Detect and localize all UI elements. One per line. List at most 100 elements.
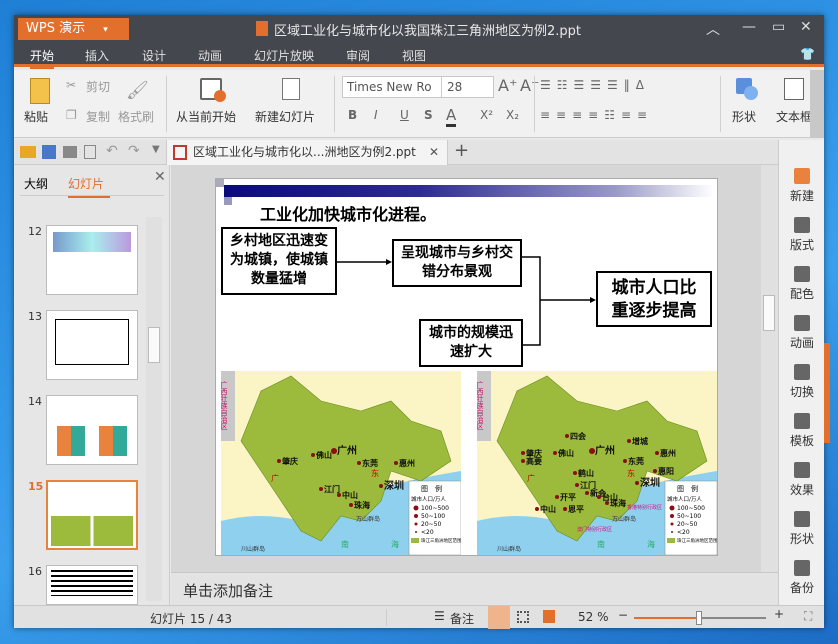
sidebar-button-animation[interactable]: 动画 <box>779 315 825 351</box>
paste-button[interactable]: 粘贴 <box>24 108 48 125</box>
font-size-select[interactable]: 28 <box>447 80 462 94</box>
city-marker <box>521 459 525 463</box>
notes-toggle-icon[interactable]: ☰ <box>434 609 445 623</box>
sidebar-button-shape[interactable]: 形状 <box>779 511 825 547</box>
sidebar-button-color-scheme[interactable]: 配色 <box>779 266 825 302</box>
customize-dropdown-icon[interactable]: ▼ <box>152 144 160 155</box>
notes-input[interactable]: 单击添加备注 <box>171 572 778 605</box>
list-alignment-icons[interactable]: ☰☷☰☰☰‖ᐃ <box>540 78 650 92</box>
sidebar-button-backup[interactable]: 备份 <box>779 560 825 596</box>
shadow-button[interactable]: S <box>424 108 433 122</box>
fit-window-icon[interactable]: ⛶ <box>804 609 812 624</box>
shape-button[interactable]: 形状 <box>732 108 756 125</box>
minimize-button[interactable]: — <box>742 19 756 35</box>
print-preview-icon[interactable] <box>84 145 96 159</box>
sidebar-label: 模板 <box>789 434 814 448</box>
zoom-in-button[interactable]: + <box>774 607 784 621</box>
save-icon[interactable] <box>42 145 56 159</box>
sidebar-button-effect[interactable]: 效果 <box>779 462 825 498</box>
city-label: 恩平 <box>568 504 584 514</box>
ribbon-scroll-right[interactable] <box>810 70 824 138</box>
document-tab[interactable]: 区域工业化与城市化以...洲地区为例2.ppt ✕ <box>166 140 448 165</box>
slides-panel: 大纲 幻灯片 ✕ 12 13 14 15 16 <box>14 165 170 605</box>
city-marker <box>379 484 383 488</box>
new-slide-button[interactable]: 新建幻灯片 <box>255 108 315 125</box>
slide-thumbnail-13[interactable] <box>46 310 138 380</box>
maximize-button[interactable]: ▭ <box>772 19 785 35</box>
redo-icon[interactable]: ↷ <box>128 143 140 159</box>
tab-review[interactable]: 审阅 <box>346 47 370 64</box>
cut-button[interactable]: 剪切 <box>86 78 110 95</box>
notes-toggle-button[interactable]: 备注 <box>450 610 474 627</box>
projector-play-icon <box>200 78 226 102</box>
collapse-ribbon-icon[interactable]: ︿ <box>706 19 720 39</box>
map-label: 海 <box>647 539 655 549</box>
open-folder-icon[interactable] <box>20 146 36 158</box>
tab-home[interactable]: 开始 <box>30 47 55 69</box>
sidebar-button-template[interactable]: 模板 <box>779 413 825 449</box>
zoom-out-button[interactable]: − <box>618 608 628 622</box>
tab-view[interactable]: 视图 <box>402 47 426 64</box>
city-label: 惠州 <box>660 448 676 458</box>
normal-view-button[interactable] <box>488 606 510 629</box>
close-panel-icon[interactable]: ✕ <box>154 169 166 185</box>
italic-button[interactable]: I <box>374 108 378 122</box>
legend-marker <box>414 514 418 518</box>
format-painter-button[interactable]: 格式刷 <box>118 108 154 125</box>
font-color-button[interactable]: A <box>446 106 457 127</box>
copy-button[interactable]: 复制 <box>86 108 110 125</box>
effect-icon <box>794 462 810 478</box>
islands-label: 川山群岛 <box>241 545 265 553</box>
slide-thumbnail-15[interactable] <box>46 480 138 550</box>
tab-outline[interactable]: 大纲 <box>24 175 48 192</box>
sidebar-button-layout[interactable]: 版式 <box>779 217 825 253</box>
underline-button[interactable]: U <box>400 108 409 122</box>
tab-animation[interactable]: 动画 <box>198 47 222 64</box>
slide-scrollbar[interactable] <box>761 165 778 572</box>
grow-font-icon[interactable]: A⁺ <box>498 76 517 95</box>
slide-thumbnail-16[interactable] <box>46 565 138 605</box>
play-from-current-button[interactable]: 从当前开始 <box>176 108 236 125</box>
ppt-file-icon <box>173 145 187 160</box>
city-label: 肇庆 <box>281 456 298 466</box>
slideshow-button[interactable] <box>543 610 555 623</box>
city-label: 江门 <box>324 484 340 494</box>
font-name-select[interactable]: Times New Ro <box>347 80 432 94</box>
thumbnail-scrollbar[interactable] <box>146 217 162 601</box>
bold-button[interactable]: B <box>348 108 357 122</box>
sidebar-label: 形状 <box>789 532 814 546</box>
close-button[interactable]: ✕ <box>800 19 812 35</box>
tab-slideshow[interactable]: 幻灯片放映 <box>254 47 314 64</box>
zoom-slider[interactable] <box>634 611 766 625</box>
slide-sorter-button[interactable] <box>517 611 529 623</box>
city-marker <box>585 491 589 495</box>
sidebar-label: 新建 <box>789 189 814 203</box>
slide[interactable]: 工业化加快城市化进程。 乡村地区迅速变为城镇，使城镇数量猛增 呈现城市与乡村交错… <box>215 178 718 556</box>
close-tab-icon[interactable]: ✕ <box>429 140 439 165</box>
sidebar-collapse-handle[interactable] <box>824 343 830 443</box>
legend-item: 50~100 <box>421 513 445 520</box>
superscript-button[interactable]: X² <box>480 108 493 122</box>
slide-thumbnail-14[interactable] <box>46 395 138 465</box>
tab-design[interactable]: 设计 <box>142 47 166 64</box>
sidebar-label: 切换 <box>789 385 814 399</box>
undo-icon[interactable]: ↶ <box>106 143 118 159</box>
tab-insert[interactable]: 插入 <box>85 47 109 64</box>
layout-icon <box>794 217 810 233</box>
template-icon <box>794 413 810 429</box>
legend-title: 图 例 <box>421 484 442 493</box>
skin-icon[interactable]: 👕 <box>800 47 815 61</box>
subscript-button[interactable]: X₂ <box>506 108 519 122</box>
city-label: 佛山 <box>557 448 574 458</box>
app-menu-button[interactable]: WPS 演示 ▾ <box>18 18 129 40</box>
shrink-font-icon[interactable]: A⁻ <box>520 76 539 95</box>
textbox-button[interactable]: 文本框 <box>776 108 810 125</box>
print-icon[interactable] <box>63 146 77 158</box>
new-tab-button[interactable]: + <box>454 140 469 161</box>
paragraph-align-icons[interactable]: ≡≡≡≡☷≡≡ <box>540 108 653 122</box>
slide-thumbnail-12[interactable] <box>46 225 138 295</box>
map-label: 东 <box>627 468 635 478</box>
sidebar-button-transition[interactable]: 切换 <box>779 364 825 400</box>
sidebar-button-new[interactable]: 新建 <box>779 168 825 204</box>
city-marker <box>627 439 631 443</box>
